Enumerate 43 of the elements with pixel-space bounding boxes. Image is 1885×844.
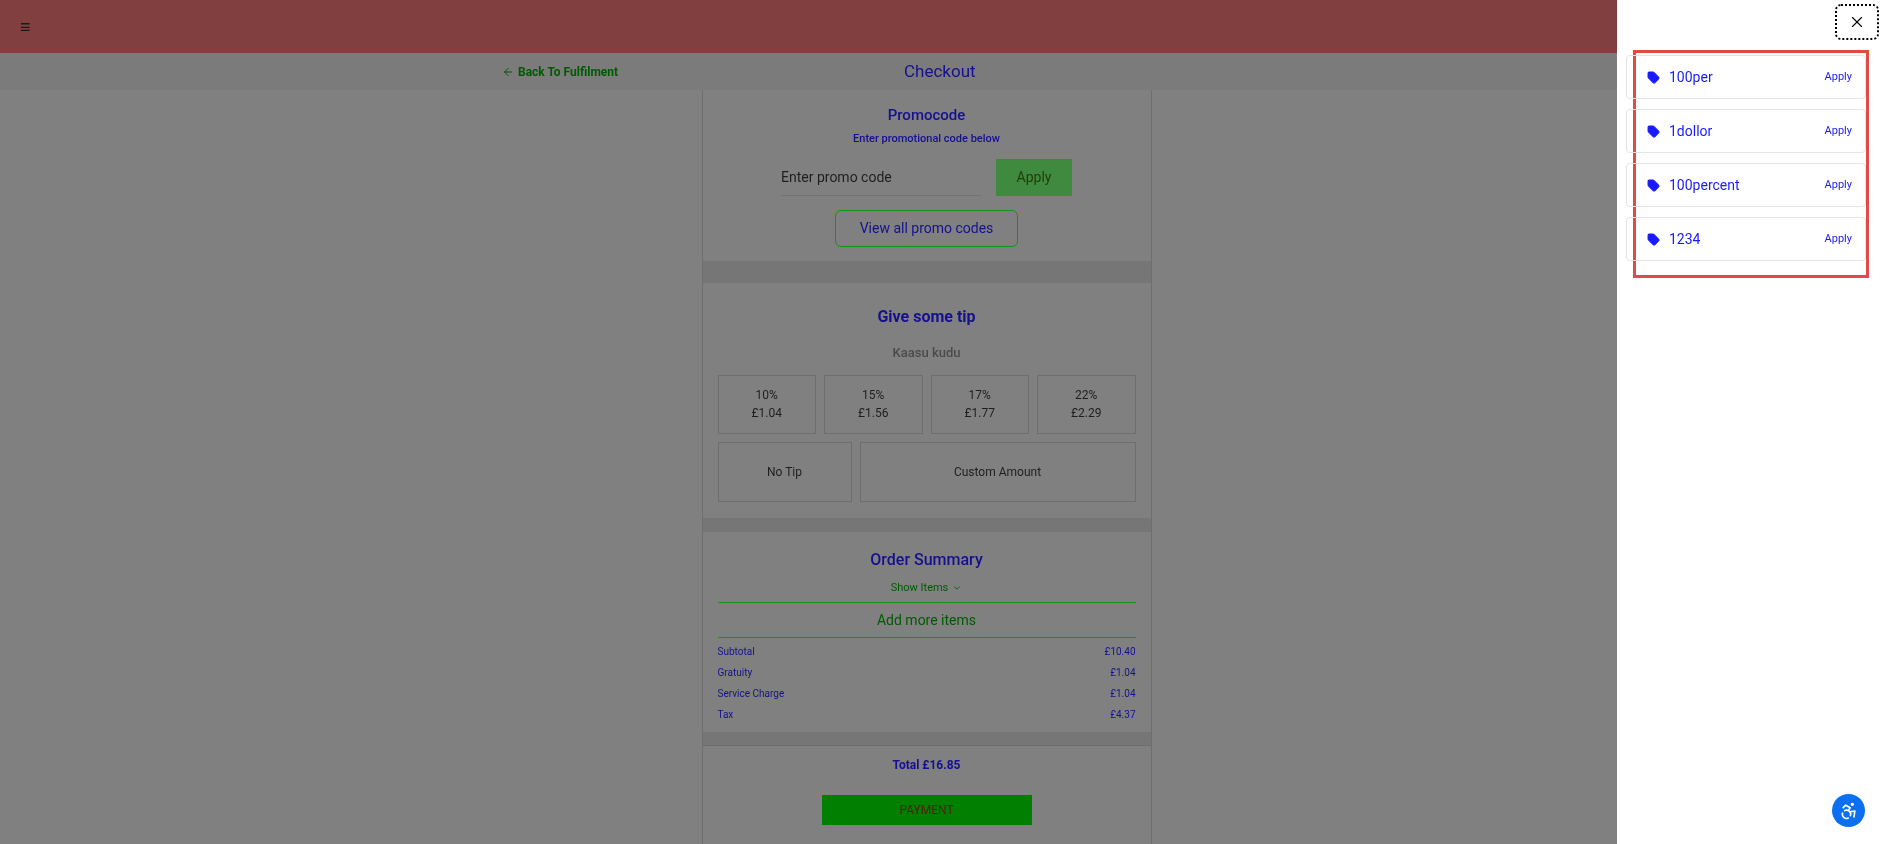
apply-code-button[interactable]: Apply [1824,122,1852,140]
tip-option[interactable]: 15% £1.56 [824,374,923,434]
summary-label: Service Charge [717,687,785,701]
tip-option[interactable]: 17% £1.77 [930,374,1029,434]
section-title: Order Summary [870,548,983,571]
tag-icon [1647,70,1660,84]
promo-code-field[interactable]: Enter promo code [781,159,981,196]
promo-code: 1234 [1669,229,1702,249]
menu-icon[interactable]: ≡ [20,17,31,36]
accessibility-icon [1838,800,1859,821]
view-promo-codes-button[interactable]: View all promo codes [835,210,1018,247]
section-title: Promocode [887,105,966,126]
section-title: Give some tip [877,306,976,328]
apply-code-button[interactable]: Apply [1824,230,1852,248]
accessibility-button[interactable] [1832,794,1865,827]
tip-option[interactable]: 22% £2.29 [1037,374,1136,434]
show-items-toggle[interactable]: Show Items [890,579,963,596]
section-subtitle: Enter promotional code below [853,130,1000,147]
summary-value: £1.04 [1110,687,1136,701]
summary-label: Subtotal [717,645,755,659]
summary-value: £1.04 [1110,666,1136,680]
tag-icon [1647,124,1660,138]
promo-code: 100per [1669,67,1714,87]
add-more-items-link[interactable]: Add more items [876,609,977,631]
tip-option[interactable]: No Tip [717,441,852,502]
apply-code-button[interactable]: Apply [1824,68,1852,86]
payment-button[interactable]: PAYMENT [821,795,1032,825]
summary-value: £4.37 [1110,708,1136,722]
summary-label: Tax [717,708,734,722]
tag-icon [1647,178,1660,192]
tip-option[interactable]: 10% £1.04 [717,374,816,434]
tip-option[interactable]: Custom Amount [859,441,1136,502]
apply-button[interactable]: Apply [996,159,1072,196]
promo-code: 100percent [1669,175,1741,195]
tag-icon [1647,232,1660,246]
page-title: Checkout [904,59,976,83]
summary-value: £10.40 [1104,645,1136,659]
promo-code: 1dollor [1669,121,1714,141]
order-total: Total £16.85 [892,757,961,774]
close-button[interactable] [1835,4,1879,40]
arrow-left-icon [502,65,514,78]
summary-label: Gratuity [717,666,753,680]
apply-code-button[interactable]: Apply [1824,176,1852,194]
